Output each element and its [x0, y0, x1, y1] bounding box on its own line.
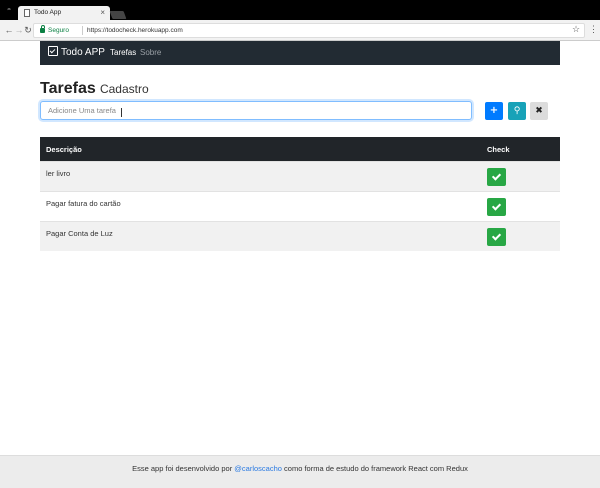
task-description: Pagar Conta de Luz [46, 229, 113, 238]
app-navbar: Todo APP Tarefas Sobre [40, 41, 560, 65]
page-icon [24, 9, 30, 17]
table-row: ler livro [40, 161, 560, 191]
nav-link-sobre[interactable]: Sobre [140, 47, 161, 59]
user-icon[interactable]: ◓ [3, 5, 15, 15]
footer-suffix: como forma de estudo do framework React … [284, 464, 468, 473]
table-row: Pagar fatura do cartão [40, 191, 560, 221]
browser-tabbar: ◓ Todo App × [0, 0, 600, 20]
tab-title: Todo App [34, 9, 62, 16]
check-button[interactable] [487, 168, 506, 186]
address-bar[interactable]: Seguro https://todocheck.herokuapp.com [33, 23, 585, 38]
task-description: ler livro [46, 169, 71, 178]
bookmark-star-icon[interactable]: ☆ [572, 23, 580, 35]
clear-button[interactable]: ✖ [530, 102, 548, 120]
plus-icon: + [489, 105, 499, 116]
close-icon: ✖ [535, 106, 543, 116]
back-icon[interactable]: ← [4, 24, 14, 36]
column-header-description: Descrição [46, 145, 82, 154]
column-header-check: Check [487, 145, 510, 154]
author-link[interactable]: @carloscacho [234, 464, 282, 473]
table-header: Descrição Check [40, 137, 560, 161]
text-cursor [121, 108, 125, 117]
check-button[interactable] [487, 198, 506, 216]
search-icon: ⚲ [513, 106, 521, 116]
footer-prefix: Esse app foi desenvolvido por [132, 464, 233, 473]
lock-icon [40, 25, 45, 33]
secure-label: Seguro [48, 27, 69, 34]
brand-label: Todo APP [61, 47, 105, 58]
task-description: Pagar fatura do cartão [46, 199, 121, 208]
nav-link-tarefas[interactable]: Tarefas [110, 47, 136, 59]
add-button[interactable]: + [485, 102, 503, 120]
check-button[interactable] [487, 228, 506, 246]
browser-tab[interactable]: Todo App × [18, 6, 110, 20]
new-tab-button[interactable] [109, 11, 127, 19]
page-title: Tarefas Cadastro [40, 80, 149, 98]
reload-icon[interactable]: ↻ [23, 24, 33, 36]
task-table: Descrição Check ler livro Pagar fatura d… [40, 137, 560, 251]
calendar-check-icon [48, 46, 58, 56]
footer: Esse app foi desenvolvido por @carloscac… [0, 455, 600, 488]
browser-toolbar: ← → ↻ Seguro https://todocheck.herokuapp… [0, 20, 600, 41]
page-title-sub: Cadastro [99, 82, 149, 96]
kebab-menu-icon[interactable]: ⋮ [589, 23, 598, 35]
page-title-main: Tarefas [40, 80, 96, 97]
search-button[interactable]: ⚲ [508, 102, 526, 120]
divider [82, 26, 83, 35]
table-row: Pagar Conta de Luz [40, 221, 560, 251]
close-icon[interactable]: × [100, 7, 105, 19]
url-text: https://todocheck.herokuapp.com [87, 27, 183, 34]
brand[interactable]: Todo APP [48, 46, 105, 60]
task-input[interactable] [40, 101, 472, 120]
